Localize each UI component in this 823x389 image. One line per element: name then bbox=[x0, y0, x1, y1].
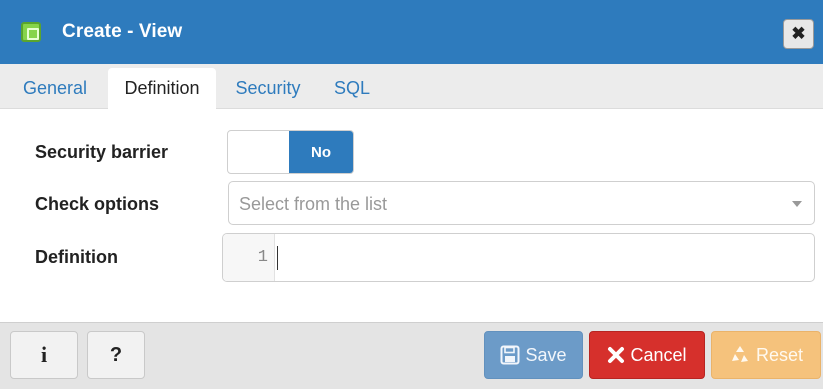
close-button[interactable]: ✖ bbox=[783, 19, 814, 49]
reset-label: Reset bbox=[755, 344, 804, 365]
tab-bar: General Definition Security SQL bbox=[0, 64, 823, 109]
tab-sql[interactable]: SQL bbox=[322, 68, 382, 109]
check-options-label: Check options bbox=[35, 194, 160, 214]
cancel-label: Cancel bbox=[630, 344, 687, 365]
definition-label: Definition bbox=[35, 247, 118, 267]
help-button[interactable]: ? bbox=[87, 331, 145, 379]
dialog-title: Create - View bbox=[62, 21, 183, 42]
security-barrier-label: Security barrier bbox=[35, 142, 169, 162]
help-icon: ? bbox=[109, 343, 123, 366]
save-button[interactable]: Save bbox=[484, 331, 583, 379]
select-placeholder: Select from the list bbox=[239, 194, 388, 214]
check-options-select[interactable]: Select from the list bbox=[228, 181, 815, 225]
dialog-titlebar[interactable]: Create - View ✖ bbox=[0, 0, 823, 64]
tab-security[interactable]: Security bbox=[225, 68, 311, 109]
create-view-dialog: Create - View ✖ General Definition Secur… bbox=[0, 0, 823, 389]
chevron-down-icon bbox=[792, 201, 802, 207]
info-icon: i bbox=[40, 342, 48, 367]
line-number: 1 bbox=[257, 248, 268, 267]
floppy-disk-icon bbox=[500, 345, 520, 365]
line-number-gutter: 1 bbox=[223, 234, 275, 281]
cancel-button[interactable]: Cancel bbox=[589, 331, 705, 379]
info-button[interactable]: i bbox=[10, 331, 78, 379]
view-icon bbox=[21, 22, 41, 42]
security-barrier-toggle[interactable]: No bbox=[227, 130, 354, 174]
recycle-icon bbox=[729, 344, 751, 366]
toggle-state: No bbox=[289, 131, 353, 173]
definition-editor[interactable]: 1 bbox=[222, 233, 815, 282]
tab-general[interactable]: General bbox=[12, 68, 98, 109]
dialog-footer: i ? Save Cancel Reset bbox=[0, 322, 823, 389]
close-icon bbox=[607, 346, 625, 364]
close-icon: ✖ bbox=[791, 24, 806, 43]
text-cursor bbox=[277, 246, 278, 270]
save-label: Save bbox=[525, 344, 567, 365]
tab-definition[interactable]: Definition bbox=[108, 68, 216, 109]
reset-button[interactable]: Reset bbox=[711, 331, 821, 379]
